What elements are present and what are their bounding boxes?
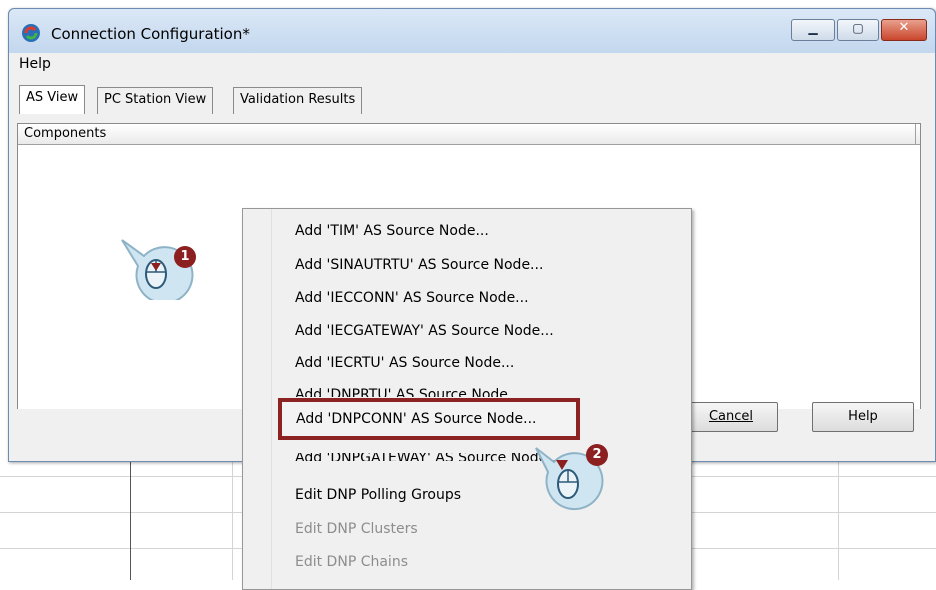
- title-bar: Connection Configuration* ▁ ▢ ✕: [9, 9, 935, 53]
- step-2-badge: 2: [586, 444, 608, 466]
- tab-as-view[interactable]: AS View: [19, 85, 86, 114]
- menu-help[interactable]: Help: [19, 56, 51, 72]
- close-button[interactable]: ✕: [881, 19, 927, 41]
- step-1-badge: 1: [174, 246, 196, 268]
- menu-item-add-sinautrtu[interactable]: Add 'SINAUTRTU' AS Source Node...: [295, 257, 543, 273]
- menu-bar: Help: [9, 53, 935, 75]
- maximize-button[interactable]: ▢: [837, 19, 879, 41]
- help-button[interactable]: Help: [812, 402, 914, 432]
- menu-item-add-iecgateway[interactable]: Add 'IECGATEWAY' AS Source Node...: [295, 323, 554, 339]
- menu-item-add-dnpgateway[interactable]: Add 'DNPGATEWAY' AS Source Node...: [295, 453, 561, 461]
- menu-item-edit-dnp-polling-groups[interactable]: Edit DNP Polling Groups: [295, 487, 461, 503]
- mouse-right-click-icon: [121, 239, 194, 305]
- callout-step-1: 1: [118, 236, 208, 305]
- app-refresh-icon: [22, 24, 40, 42]
- menu-item-add-ieccconn[interactable]: Add 'IECCONN' AS Source Node...: [295, 290, 529, 306]
- menu-item-add-iecrtu[interactable]: Add 'IECRTU' AS Source Node...: [295, 355, 514, 371]
- minimize-button[interactable]: ▁: [791, 19, 835, 41]
- close-icon: ✕: [898, 20, 910, 35]
- cancel-button[interactable]: Cancel: [684, 402, 778, 432]
- cancel-label: Cancel: [708, 409, 754, 424]
- components-header: Components: [18, 124, 920, 145]
- minimize-icon: ▁: [808, 21, 818, 35]
- maximize-icon: ▢: [852, 21, 864, 35]
- menu-item-edit-dnp-chains: Edit DNP Chains: [295, 554, 408, 570]
- menu-item-add-tim[interactable]: Add 'TIM' AS Source Node...: [295, 223, 489, 239]
- tab-validation-results[interactable]: Validation Results: [233, 87, 363, 114]
- menu-item-add-dnpconn-label: Add 'DNPCONN' AS Source Node...: [296, 411, 537, 427]
- menu-item-edit-dnp-clusters: Edit DNP Clusters: [295, 521, 418, 537]
- menu-item-add-dnpconn[interactable]: Add 'DNPCONN' AS Source Node...: [278, 398, 580, 440]
- window-title: Connection Configuration*: [51, 25, 250, 43]
- tab-pc-station-view[interactable]: PC Station View: [97, 87, 214, 114]
- menu-item-add-dnprtu[interactable]: Add 'DNPRTU' AS Source Node...: [295, 387, 521, 397]
- callout-step-2: 2: [530, 444, 620, 516]
